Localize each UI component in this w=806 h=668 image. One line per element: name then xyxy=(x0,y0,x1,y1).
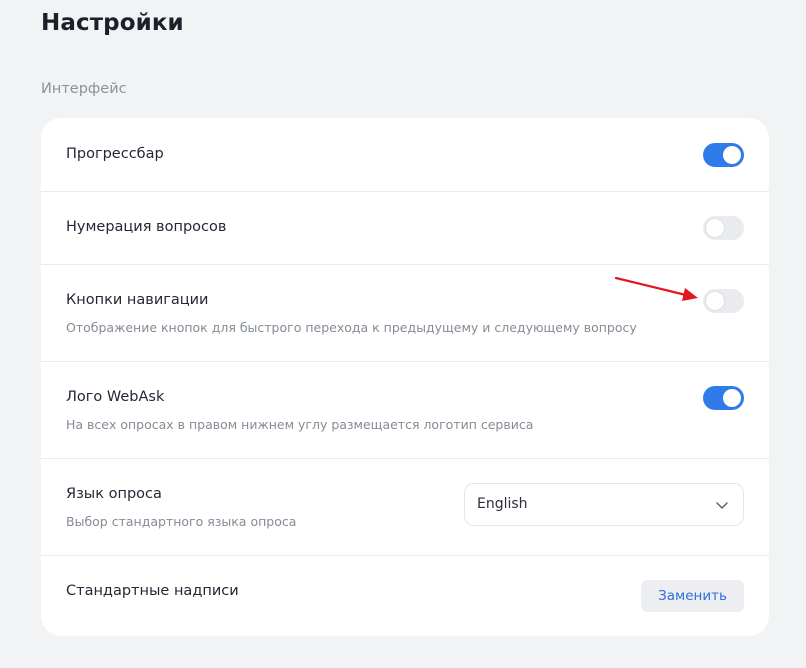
toggle-knob xyxy=(723,389,741,407)
navigation-buttons-toggle[interactable] xyxy=(703,289,744,313)
setting-title: Кнопки навигации xyxy=(66,292,209,308)
webask-logo-toggle[interactable] xyxy=(703,386,744,410)
setting-title: Стандартные надписи xyxy=(66,583,239,599)
language-select[interactable]: English xyxy=(464,483,744,526)
settings-card: Прогрессбар Нумерация вопросов Кнопки на… xyxy=(41,118,769,636)
setting-title: Лого WebAsk xyxy=(66,389,165,405)
setting-description: На всех опросах в правом нижнем углу раз… xyxy=(66,417,534,432)
setting-description: Выбор стандартного языка опроса xyxy=(66,514,297,529)
setting-row-survey-language: Язык опроса Выбор стандартного языка опр… xyxy=(41,459,769,556)
setting-title: Нумерация вопросов xyxy=(66,219,227,235)
chevron-down-icon xyxy=(716,502,728,509)
page-title: Настройки xyxy=(41,10,184,36)
setting-description: Отображение кнопок для быстрого перехода… xyxy=(66,320,637,335)
setting-row-progressbar: Прогрессбар xyxy=(41,118,769,192)
section-label-interface: Интерфейс xyxy=(41,81,127,97)
setting-row-question-numbering: Нумерация вопросов xyxy=(41,192,769,265)
setting-row-standard-labels: Стандартные надписи Заменить xyxy=(41,556,769,636)
question-numbering-toggle[interactable] xyxy=(703,216,744,240)
language-select-value: English xyxy=(477,496,528,512)
red-arrow-icon xyxy=(614,276,698,301)
toggle-knob xyxy=(706,292,724,310)
replace-button[interactable]: Заменить xyxy=(641,580,744,612)
setting-title: Прогрессбар xyxy=(66,146,164,162)
toggle-knob xyxy=(706,219,724,237)
setting-title: Язык опроса xyxy=(66,486,162,502)
progressbar-toggle[interactable] xyxy=(703,143,744,167)
toggle-knob xyxy=(723,146,741,164)
setting-row-webask-logo: Лого WebAsk На всех опросах в правом ниж… xyxy=(41,362,769,459)
